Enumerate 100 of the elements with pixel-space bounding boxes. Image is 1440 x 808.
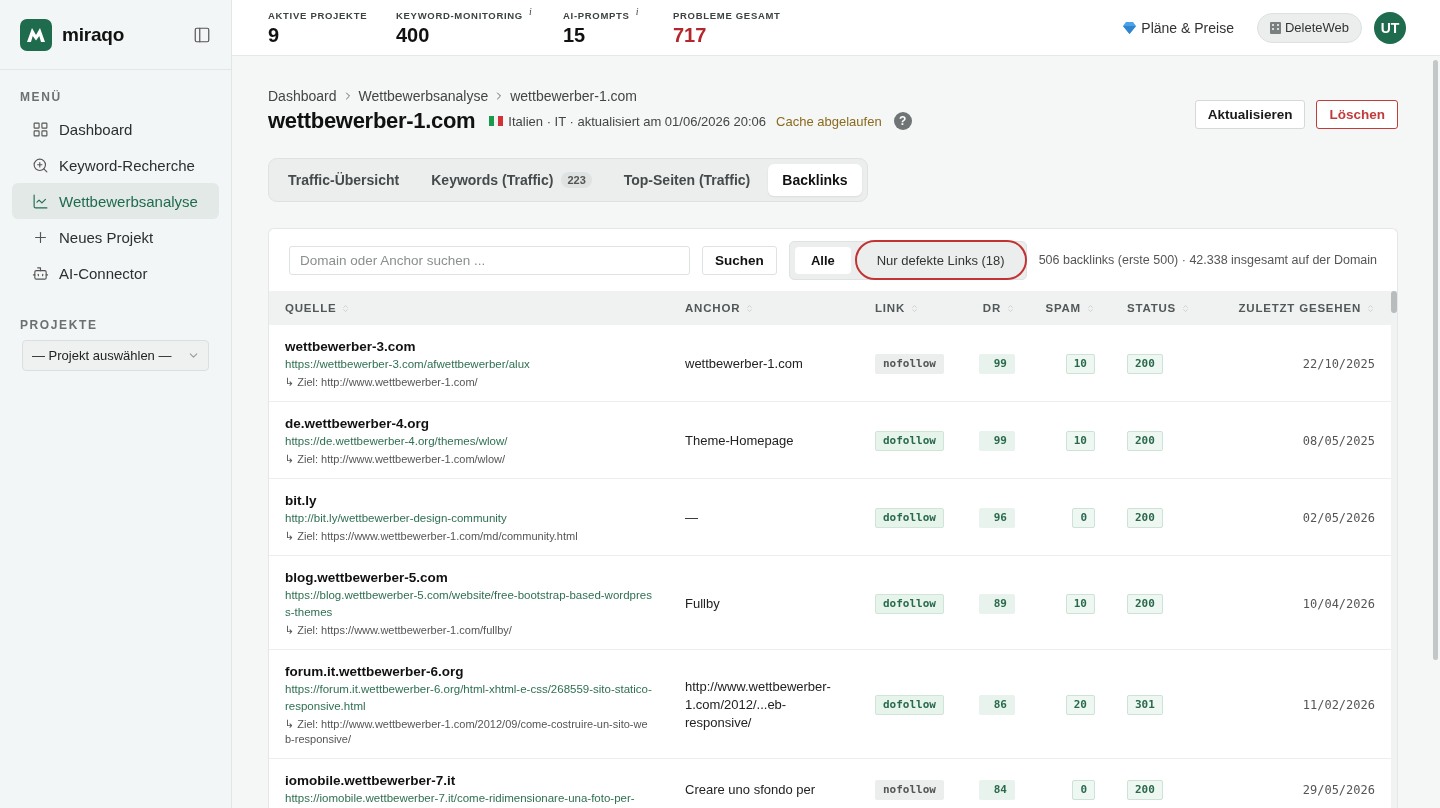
breadcrumb-link[interactable]: Wettbewerbsanalyse [358,88,489,104]
sort-icon [1086,303,1095,313]
status-badge: 200 [1127,431,1163,451]
sidebar-item[interactable]: Neues Projekt [12,219,219,255]
last-seen-date: 22/10/2025 [1302,357,1375,371]
source-url[interactable]: https://iomobile.wettbewerber-7.it/come-ridimensionare-una-foto-per- [285,790,635,807]
sidebar-item[interactable]: Dashboard [12,111,219,147]
column-header[interactable]: DR [982,302,1015,314]
logo-icon [20,18,52,51]
spam-badge: 10 [1065,431,1095,451]
delete-button[interactable]: Löschen [1316,99,1398,129]
search-field[interactable]: Domain oder Anchor suchen ... [289,245,691,275]
scrollbar-thumb[interactable] [1391,291,1397,313]
line-chart-icon [32,192,49,210]
column-header[interactable]: SPAM [1045,302,1095,314]
source-domain: wettbewerber-3.com [285,338,416,356]
tab[interactable]: Keywords (Traffic) 223 [417,164,606,196]
scrollbar-track[interactable] [1391,291,1397,808]
spam-badge: 20 [1065,695,1095,715]
sidebar-item[interactable]: Keyword-Recherche [12,147,219,183]
sort-icon [1181,303,1191,313]
filter-option[interactable]: Alle [794,246,851,274]
stat-label: KEYWORD-MONITORING [396,9,523,21]
anchor-text: Creare uno sfondo per [685,780,816,799]
source-url[interactable]: https://de.wettbewerber-4.org/themes/wlow/ [285,433,508,450]
breadcrumb-link[interactable]: wettbewerber-1.com [510,88,638,104]
spam-badge: 0 [1072,508,1095,528]
tab[interactable]: Traffic-Übersicht [274,164,414,196]
follow-badge: dofollow [875,593,944,614]
tab[interactable]: Backlinks [768,164,862,196]
column-header[interactable]: STATUS [1127,302,1191,314]
column-header[interactable]: LINK [875,302,920,314]
follow-badge: dofollow [875,431,944,451]
filter-option[interactable]: Nur defekte Links (18) [854,240,1027,280]
follow-badge: nofollow [875,779,944,800]
dr-badge: 99 [979,354,1015,374]
project-select[interactable]: — Projekt auswählen — [22,340,209,371]
avatar[interactable]: UT [1374,11,1406,44]
stat-value: 15 [563,23,587,46]
status-badge: 301 [1127,695,1163,715]
target-url: ↳ Ziel: https://www.wettbewerber-1.com/md/community.html [285,529,578,544]
tab[interactable]: Top-Seiten (Traffic) [609,164,765,196]
follow-badge: nofollow [875,354,944,374]
column-header[interactable]: ANCHOR [685,302,755,314]
breadcrumb-link[interactable]: Dashboard [268,88,337,104]
info-marker[interactable]: i [528,5,532,17]
cache-status: Cache abgelaufen [776,113,882,129]
source-url[interactable]: https://blog.wettbewerber-5.com/website/free-bootstrap-based-wordpress-themes [285,587,653,621]
anchor-text: Fullby [685,594,720,613]
target-url: ↳ Ziel: https://www.wettbewerber-1.com/fullby/ [285,623,512,638]
anchor-text: — [685,509,698,527]
source-domain: iomobile.wettbewerber-7.it [285,772,456,790]
section-title: MENÜ [19,90,63,104]
source-domain: bit.ly [285,492,317,510]
sort-icon [1366,303,1375,313]
column-header[interactable]: QUELLE [285,302,351,314]
source-domain: blog.wettbewerber-5.com [285,569,448,587]
source-url[interactable]: https://forum.it.wettbewerber-6.org/html-xhtml-e-css/268559-sito-statico-responsive.html [285,681,653,715]
summary-text: 506 backlinks (erste 500) · 42.338 insgesamt auf der Domain [1038,253,1377,267]
stat-label: AI-PROMPTS [563,9,630,21]
anchor-text: http://www.wettbewerber-1.com/2012/...eb-responsive/ [685,678,832,732]
spam-badge: 10 [1065,593,1095,614]
scrollbar-thumb[interactable] [1433,60,1438,660]
dr-badge: 99 [979,431,1015,451]
sidebar-toggle-icon[interactable] [193,25,211,44]
building-icon [1269,21,1281,34]
last-seen-date: 02/05/2026 [1302,511,1375,525]
status-badge: 200 [1127,354,1163,374]
status-badge: 200 [1127,779,1163,800]
refresh-button[interactable]: Aktualisieren [1194,99,1306,129]
follow-badge: dofollow [875,695,944,715]
plans-link[interactable]: Pläne & Preise [1123,19,1234,36]
gem-icon [1123,21,1137,34]
stat-label: PROBLEME GESAMT [673,9,781,21]
stat-label: AKTIVE PROJEKTE [268,9,368,21]
search-button[interactable]: Suchen [702,245,777,275]
sidebar-item[interactable]: AI-Connector [12,255,219,291]
sort-icon [1006,303,1015,313]
follow-badge: dofollow [875,508,944,528]
dr-badge: 89 [979,593,1015,614]
source-url[interactable]: https://wettbewerber-3.com/afwettbewerber/alux [285,356,530,373]
section-title: PROJEKTE [19,318,99,332]
last-seen-date: 11/02/2026 [1302,698,1375,712]
anchor-text: Theme-Homepage [685,432,794,450]
info-marker[interactable]: i [635,5,639,17]
stat-value: 400 [396,23,431,46]
target-url: ↳ Ziel: http://www.wettbewerber-1.com/wlow/ [285,452,506,467]
stat-value: 9 [268,23,281,46]
account-button[interactable]: DeleteWeb [1256,12,1362,43]
spam-badge: 0 [1072,779,1095,800]
column-header[interactable]: ZULETZT GESEHEN [1238,302,1375,314]
help-button[interactable]: ? [893,112,912,130]
zoom-in-icon [32,156,49,174]
spam-badge: 10 [1065,354,1095,374]
source-url[interactable]: http://bit.ly/wettbewerber-design-community [285,510,507,527]
target-url: ↳ Ziel: http://www.wettbewerber-1.com/2012/09/come-costruire-un-sito-web-responsive/ [285,717,649,747]
last-seen-date: 10/04/2026 [1302,596,1375,611]
last-seen-date: 29/05/2026 [1302,782,1375,797]
sidebar-item[interactable]: Wettbewerbsanalyse [12,183,219,219]
stat-value: 717 [673,23,708,46]
